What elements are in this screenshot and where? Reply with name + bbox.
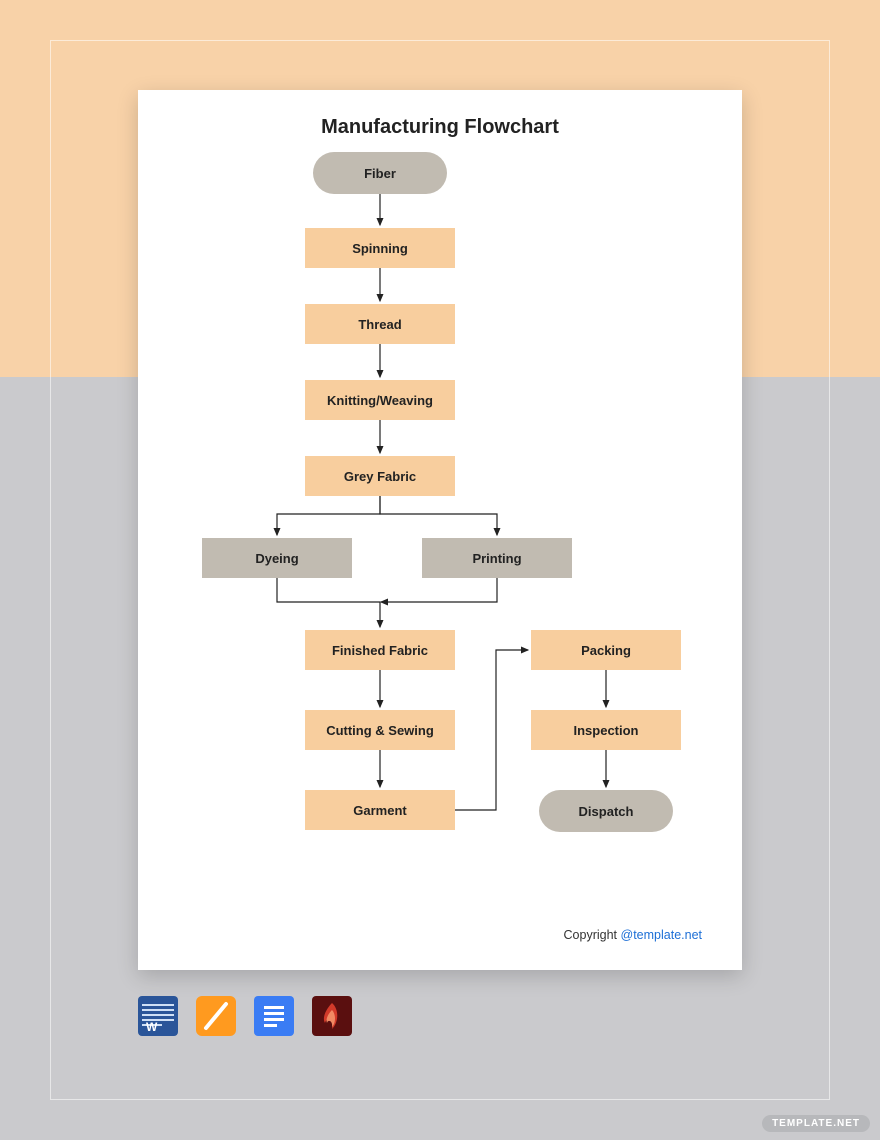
- node-dyeing: Dyeing: [202, 538, 352, 578]
- page-title: Manufacturing Flowchart: [138, 116, 742, 139]
- node-spinning: Spinning: [305, 228, 455, 268]
- node-fiber: Fiber: [313, 152, 447, 194]
- document-page: Manufacturing Flowchart Fiber Spinning T…: [138, 90, 742, 970]
- node-printing: Printing: [422, 538, 572, 578]
- word-icon[interactable]: W: [138, 996, 178, 1036]
- copyright-text: Copyright: [564, 928, 621, 942]
- node-inspection: Inspection: [531, 710, 681, 750]
- node-grey-fabric: Grey Fabric: [305, 456, 455, 496]
- node-dispatch: Dispatch: [539, 790, 673, 832]
- svg-text:W: W: [146, 1020, 158, 1034]
- copyright-line: Copyright @template.net: [564, 928, 702, 942]
- gdocs-icon[interactable]: [254, 996, 294, 1036]
- node-packing: Packing: [531, 630, 681, 670]
- node-garment: Garment: [305, 790, 455, 830]
- node-thread: Thread: [305, 304, 455, 344]
- pages-icon[interactable]: [196, 996, 236, 1036]
- node-cutting-sewing: Cutting & Sewing: [305, 710, 455, 750]
- node-finished-fabric: Finished Fabric: [305, 630, 455, 670]
- format-icons-row: W: [138, 996, 352, 1036]
- flow-connectors: [138, 90, 742, 970]
- pdf-icon[interactable]: [312, 996, 352, 1036]
- copyright-link[interactable]: @template.net: [621, 928, 702, 942]
- watermark-badge: TEMPLATE.NET: [762, 1115, 870, 1132]
- node-knitting-weaving: Knitting/Weaving: [305, 380, 455, 420]
